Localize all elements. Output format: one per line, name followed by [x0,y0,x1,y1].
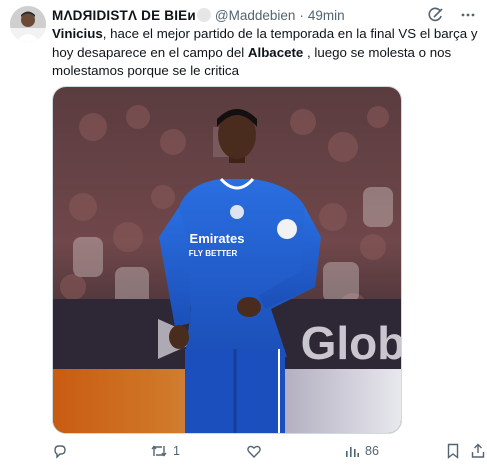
timestamp[interactable]: 49min [308,8,345,23]
mention-albacete: Albacete [247,44,304,60]
name-badge [196,8,211,22]
avatar[interactable] [10,6,46,42]
reply-icon [52,443,68,459]
retweet-icon [150,443,168,459]
mention-vinicius: Vinicius [52,26,103,41]
tweet-photo[interactable]: Glob Emirates FLY BETTER [52,86,402,434]
share-button[interactable] [470,443,486,459]
more-icon[interactable] [459,6,477,24]
retweet-button[interactable]: 1 [150,443,180,459]
views-button[interactable]: 86 [344,443,379,459]
handle[interactable]: @Maddebien [215,8,296,23]
reply-button[interactable] [52,443,73,459]
views-count: 86 [365,444,379,458]
tweet-header: MΛDЯIDISTΛ DE BIЕи @Maddebien · 49min [52,6,477,24]
jersey-sponsor: Emirates [190,231,245,246]
like-button[interactable] [246,443,267,459]
jersey-sponsor-tagline: FLY BETTER [189,249,238,258]
grok-icon[interactable] [427,6,445,24]
bookmark-button[interactable] [446,443,460,459]
retweet-count: 1 [173,444,180,458]
board-text: Glob [301,317,401,369]
bookmark-icon [446,443,460,459]
display-name[interactable]: MΛDЯIDISTΛ DE BIЕи [52,8,196,23]
action-bar: 1 86 [52,443,486,461]
share-icon [470,443,486,459]
heart-icon [246,443,262,459]
separator-dot: · [299,7,304,23]
tweet[interactable]: MΛDЯIDISTΛ DE BIЕи @Maddebien · 49min Vi… [0,0,487,466]
views-icon [344,443,360,459]
tweet-text: Vinicius, hace el mejor partido de la te… [52,25,484,81]
